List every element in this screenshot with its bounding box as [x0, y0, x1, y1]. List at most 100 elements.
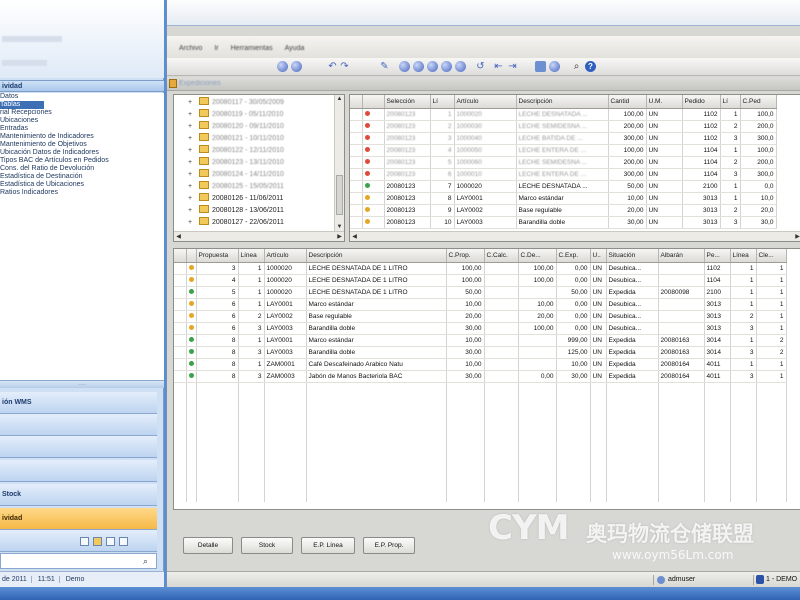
- proposals-grid[interactable]: Propuesta Línea Artículo Descripción C.Prop.…: [173, 248, 800, 510]
- report-icon[interactable]: [118, 537, 128, 546]
- table-row[interactable]: 20080123 8 LAY0001 Marco estándar 10,00 UN 301…: [350, 192, 777, 205]
- sidebar-nav-button[interactable]: Stock: [0, 484, 157, 506]
- tree-node[interactable]: +20080124 - 14/11/2010: [188, 169, 284, 181]
- tree-node[interactable]: +20080121 - 10/11/2010: [188, 133, 284, 145]
- table-row[interactable]: [174, 442, 787, 454]
- table-row[interactable]: 20080123 2 1000030 LECHE SEMIDESNA ... 200,0…: [350, 120, 777, 133]
- help-icon[interactable]: ?: [585, 61, 596, 72]
- table-row[interactable]: 6 1 LAY0001 Marco estándar 10,00 10,00 0,00 UN D…: [174, 298, 787, 311]
- expand-icon[interactable]: +: [188, 97, 195, 109]
- edit-icon[interactable]: ✎: [379, 61, 390, 72]
- sidebar-item[interactable]: Tablas: [0, 101, 44, 109]
- column-header[interactable]: Cle...: [756, 249, 787, 263]
- tree-node[interactable]: +20080123 - 13/11/2010: [188, 157, 284, 169]
- tree-node[interactable]: +20080119 - 05/11/2010: [188, 109, 283, 121]
- scroll-up-icon[interactable]: ▲: [335, 95, 344, 103]
- table-row[interactable]: 3 1 1000020 LECHE DESNATADA DE 1 LITRO 100,0…: [174, 262, 787, 275]
- column-header[interactable]: Albarán: [658, 249, 705, 263]
- sidebar-nav-button[interactable]: [0, 460, 157, 482]
- table-row[interactable]: [174, 382, 787, 394]
- first-record-icon[interactable]: [399, 61, 410, 72]
- sidebar-nav-button[interactable]: ión WMS: [0, 392, 157, 414]
- tree-scroll-thumb[interactable]: [336, 175, 343, 215]
- table-row[interactable]: 20080123 10 LAY0003 Barandilla doble 30,00 UN…: [350, 216, 777, 229]
- expand-icon[interactable]: +: [188, 133, 195, 145]
- search-tool-icon[interactable]: ⌕: [571, 61, 582, 72]
- redo-icon[interactable]: ↷: [339, 61, 350, 72]
- scroll-down-icon[interactable]: ▼: [335, 223, 344, 231]
- tree-node[interactable]: +20080128 - 13/06/2011: [188, 205, 284, 217]
- back-icon[interactable]: ↺: [475, 61, 486, 72]
- tree-node[interactable]: +20080125 - 15/05/2011: [188, 181, 284, 193]
- search-icon[interactable]: ⌕: [143, 556, 153, 566]
- sidebar-item[interactable]: Cons. del Ratio de Devolución: [0, 165, 164, 173]
- table-row[interactable]: 20080123 6 1000010 LECHE ENTERA DE ... 300,0…: [350, 168, 777, 181]
- previous-record-icon[interactable]: [413, 61, 424, 72]
- column-header[interactable]: [362, 95, 385, 109]
- folder-icon[interactable]: [92, 537, 102, 546]
- table-row[interactable]: 20080123 7 1000020 LECHE DESNATADA ... 50,00…: [350, 180, 777, 193]
- filter-icon[interactable]: [455, 61, 466, 72]
- globe-icon[interactable]: [291, 61, 302, 72]
- scroll-left-icon[interactable]: ◀: [350, 233, 359, 241]
- expand-icon[interactable]: +: [188, 217, 195, 229]
- table-row[interactable]: [174, 406, 787, 418]
- sidebar-item[interactable]: rial Recepciones: [0, 109, 164, 117]
- stock-button[interactable]: Stock: [241, 537, 293, 554]
- sidebar-search-input[interactable]: ⌕: [0, 553, 157, 569]
- column-header[interactable]: Artículo: [454, 95, 517, 109]
- column-header[interactable]: C.Ped: [740, 95, 777, 109]
- table-row[interactable]: [174, 490, 787, 502]
- table-row[interactable]: 8 1 LAY0001 Marco estándar 10,00 999,00 UN Expe…: [174, 334, 787, 347]
- column-header[interactable]: Cantid: [608, 95, 647, 109]
- sidebar-item[interactable]: Estadística de Destinación: [0, 173, 164, 181]
- table-row[interactable]: 8 1 ZAM0001 Café Descafeinado Arabico Natu 1…: [174, 358, 787, 371]
- column-header[interactable]: C.Exp.: [556, 249, 591, 263]
- last-record-icon[interactable]: [441, 61, 452, 72]
- selection-lines-grid[interactable]: Selección Lí Artículo Descripción Cantid U.M.…: [349, 94, 800, 242]
- expand-icon[interactable]: +: [188, 193, 195, 205]
- sidebar-nav-button[interactable]: [0, 414, 157, 436]
- column-header[interactable]: Situación: [606, 249, 659, 263]
- grid-horizontal-scrollbar[interactable]: ◀ ▶: [350, 231, 800, 241]
- sidebar-splitter[interactable]: ....: [0, 380, 164, 388]
- column-header[interactable]: Línea: [730, 249, 757, 263]
- table-row[interactable]: 6 3 LAY0003 Barandilla doble 30,00 100,00 0,00…: [174, 322, 787, 335]
- sidebar-item[interactable]: Ubicaciones: [0, 117, 164, 125]
- column-header[interactable]: [186, 249, 197, 263]
- mail-icon[interactable]: [80, 537, 89, 546]
- table-row[interactable]: [174, 478, 787, 490]
- sidebar-item[interactable]: Mantenimiento de Indicadores: [0, 133, 164, 141]
- column-header[interactable]: Pe...: [704, 249, 731, 263]
- settings-icon[interactable]: [549, 61, 560, 72]
- expand-icon[interactable]: +: [188, 145, 195, 157]
- sidebar-item[interactable]: Datos: [0, 93, 164, 101]
- expand-icon[interactable]: +: [188, 121, 195, 133]
- table-row[interactable]: [174, 430, 787, 442]
- scroll-right-icon[interactable]: ▶: [335, 233, 344, 241]
- column-header[interactable]: C.Calc.: [484, 249, 519, 263]
- table-row[interactable]: 8 3 ZAM0003 Jabón de Manos Bacteriola BAC 30…: [174, 370, 787, 383]
- expand-icon[interactable]: +: [188, 157, 195, 169]
- column-header[interactable]: C.De...: [518, 249, 557, 263]
- table-row[interactable]: 5 1 1000020 LECHE DESNATADA DE 1 LITRO 50,00…: [174, 286, 787, 299]
- table-row[interactable]: [174, 394, 787, 406]
- table-row[interactable]: 8 3 LAY0003 Barandilla doble 30,00 125,00 UN Ex…: [174, 346, 787, 359]
- sidebar-item[interactable]: Entradas: [0, 125, 164, 133]
- export-icon[interactable]: ⇥: [507, 61, 518, 72]
- detail-button[interactable]: Detalle: [183, 537, 233, 554]
- column-header[interactable]: Propuesta: [196, 249, 239, 263]
- tree-node[interactable]: +20080120 - 09/11/2010: [188, 121, 284, 133]
- tree-vertical-scrollbar[interactable]: ▲ ▼: [334, 95, 344, 231]
- table-row[interactable]: 20080123 5 1000060 LECHE SEMIDESNA ... 200,0…: [350, 156, 777, 169]
- scroll-left-icon[interactable]: ◀: [174, 233, 183, 241]
- next-record-icon[interactable]: [427, 61, 438, 72]
- table-row[interactable]: 6 2 LAY0002 Base regulable 20,00 20,00 0,00 UN D…: [174, 310, 787, 323]
- column-header[interactable]: Artículo: [264, 249, 307, 263]
- expand-icon[interactable]: +: [188, 169, 195, 181]
- ep-line-button[interactable]: E.P. Línea: [301, 537, 355, 554]
- column-header[interactable]: Selección: [384, 95, 431, 109]
- column-header[interactable]: Lí: [430, 95, 455, 109]
- expand-icon[interactable]: +: [188, 205, 195, 217]
- undo-icon[interactable]: ↶: [327, 61, 338, 72]
